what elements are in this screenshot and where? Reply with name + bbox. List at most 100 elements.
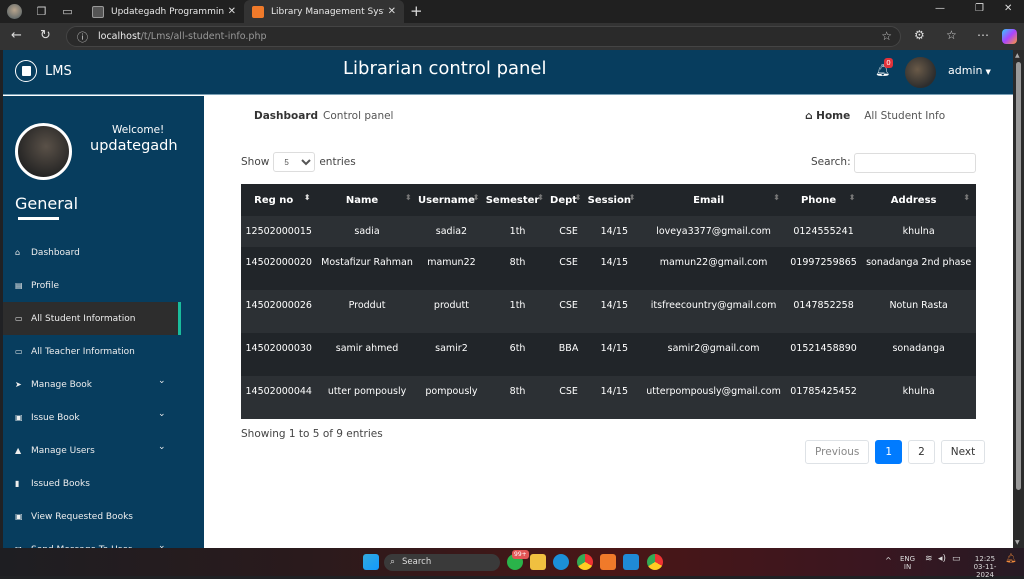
- sidebar-item-profile[interactable]: ▤ Profile: [3, 269, 204, 302]
- wifi-icon[interactable]: ≋: [925, 555, 933, 564]
- sidebar-item-send-message-to-user[interactable]: ✉Send Message To User⌄: [3, 533, 204, 548]
- scrollbar-thumb[interactable]: [1016, 62, 1021, 490]
- table-row[interactable]: 14502000026 Proddut produtt 1th CSE 14/15 itsf…: [241, 290, 976, 333]
- favorites-icon[interactable]: ☆: [946, 28, 957, 42]
- favorite-star-icon[interactable]: ☆: [881, 29, 892, 43]
- bookmark-icon: ▮: [15, 479, 20, 488]
- more-menu-icon[interactable]: ⋯: [977, 28, 989, 42]
- user-menu-toggle[interactable]: admin ▼: [948, 64, 991, 77]
- chrome-icon[interactable]: [577, 554, 593, 570]
- table-row[interactable]: 12502000015 sadia sadia2 1th CSE 14/15 loveya3…: [241, 216, 976, 247]
- caret-down-icon: ▼: [985, 68, 991, 76]
- close-tab-icon[interactable]: ✕: [228, 6, 236, 17]
- cell-address: sonadanga 2nd phase: [861, 247, 976, 290]
- scroll-up-icon[interactable]: ▲: [1015, 52, 1020, 59]
- chevron-down-icon[interactable]: ⌄: [158, 541, 166, 548]
- browser-tab-bar: ❐ ▭ Updategadh Programming - Upd ✕ Libra…: [0, 0, 1024, 23]
- chevron-down-icon[interactable]: ⌄: [158, 442, 166, 452]
- sidebar-item-manage-users[interactable]: ▲ Manage Users ⌄: [3, 434, 204, 467]
- page-size-select[interactable]: 5: [273, 152, 316, 172]
- volume-icon[interactable]: ◂): [938, 555, 946, 564]
- lang-top: ENG: [900, 555, 916, 563]
- new-tab-icon[interactable]: +: [410, 2, 423, 20]
- reload-icon[interactable]: ↻: [40, 28, 51, 43]
- sidebar-item-all-teacher-information[interactable]: ▭ All Teacher Information: [3, 335, 204, 368]
- close-tab-icon[interactable]: ✕: [388, 6, 396, 17]
- notification-bell-icon[interactable]: 🔔︎: [1005, 555, 1016, 564]
- cell-session: 14/15: [587, 216, 642, 247]
- previous-page-button[interactable]: Previous: [805, 440, 870, 464]
- battery-icon[interactable]: ▭: [952, 555, 961, 564]
- page-2-button[interactable]: 2: [908, 440, 935, 464]
- column-header-username[interactable]: Username ⬍: [417, 184, 486, 216]
- workspaces-icon[interactable]: ❐: [34, 4, 49, 19]
- back-icon[interactable]: ←: [11, 28, 22, 43]
- sidebar-item-label: Issued Books: [31, 478, 90, 489]
- cell-address: khulna: [861, 216, 976, 247]
- search-icon: ⌕: [390, 557, 396, 567]
- vscode-icon[interactable]: [623, 554, 639, 570]
- column-label: Reg no: [254, 194, 294, 206]
- clock[interactable]: 12:25 03-11-2024: [968, 555, 1002, 579]
- language-indicator[interactable]: ENG IN: [900, 555, 915, 571]
- edge-icon[interactable]: [553, 554, 569, 570]
- file-explorer-icon[interactable]: [530, 554, 546, 570]
- table-row[interactable]: 14502000044 utter pompously pompously 8th CS…: [241, 376, 976, 419]
- chevron-down-icon[interactable]: ⌄: [158, 409, 166, 419]
- sidebar: Welcome! updategadh General ⌂ Dashboard ▤ P…: [3, 96, 204, 548]
- chrome-icon[interactable]: [647, 554, 663, 570]
- next-page-button[interactable]: Next: [940, 440, 986, 464]
- column-label: Name: [345, 194, 379, 206]
- brand-logo[interactable]: LMS: [15, 60, 72, 82]
- home-icon: ⌂: [15, 248, 21, 257]
- windows-start-icon[interactable]: [363, 554, 379, 570]
- xampp-icon[interactable]: [600, 554, 616, 570]
- browser-tab[interactable]: Updategadh Programming - Upd ✕: [84, 0, 244, 23]
- sidebar-item-all-student-information[interactable]: ▭ All Student Information: [3, 302, 181, 335]
- sidebar-item-issue-book[interactable]: ▣ Issue Book ⌄: [3, 401, 204, 434]
- browser-profile-icon[interactable]: [7, 4, 22, 19]
- taskbar-search[interactable]: ⌕ Search: [384, 554, 500, 571]
- column-header-address[interactable]: Address ⬍: [861, 184, 976, 216]
- tray-overflow-icon[interactable]: ^: [885, 557, 892, 565]
- url-text: localhost/t/Lms/all-student-info.php: [98, 31, 267, 42]
- extensions-icon[interactable]: ⚙: [914, 28, 925, 42]
- sort-icon: ⬍: [574, 193, 582, 202]
- cell-email: itsfreecountry@gmail.com: [641, 290, 786, 333]
- sidebar-item-dashboard[interactable]: ⌂ Dashboard: [3, 236, 204, 269]
- restore-icon[interactable]: ❐: [975, 3, 984, 14]
- column-header-reg-no[interactable]: Reg no ⬍: [241, 184, 317, 216]
- minimize-icon[interactable]: —: [935, 3, 945, 14]
- site-info-icon[interactable]: ⓘ: [77, 29, 88, 45]
- user-avatar[interactable]: [905, 57, 936, 88]
- sidebar-item-issued-books[interactable]: ▮ Issued Books: [3, 467, 204, 500]
- page-scrollbar[interactable]: ▲ ▼: [1013, 50, 1024, 548]
- column-header-email[interactable]: Email ⬍: [641, 184, 786, 216]
- chevron-down-icon[interactable]: ⌄: [158, 376, 166, 386]
- column-header-dept[interactable]: Dept ⬍: [549, 184, 588, 216]
- page-1-button[interactable]: 1: [875, 440, 903, 464]
- column-header-session[interactable]: Session ⬍: [587, 184, 642, 216]
- cell-reg-no: 14502000020: [241, 247, 317, 290]
- sort-icon: ⬍: [963, 193, 970, 202]
- search-input[interactable]: [854, 153, 976, 173]
- column-header-phone[interactable]: Phone ⬍: [785, 184, 862, 216]
- cell-dept: CSE: [549, 247, 588, 290]
- close-window-icon[interactable]: ✕: [1004, 3, 1012, 14]
- sidebar-item-manage-book[interactable]: ➤ Manage Book ⌄: [3, 368, 204, 401]
- url-input[interactable]: ⓘ localhost/t/Lms/all-student-info.php ☆: [66, 26, 901, 47]
- pagination: Previous 1 2 Next: [805, 440, 986, 464]
- tab-favicon-icon: [252, 5, 264, 18]
- tab-actions-icon[interactable]: ▭: [60, 4, 75, 19]
- table-row[interactable]: 14502000030 samir ahmed samir2 6th BBA 14/15 s…: [241, 333, 976, 376]
- column-header-semester[interactable]: Semester ⬍: [485, 184, 550, 216]
- cell-session: 14/15: [587, 376, 642, 419]
- scroll-down-icon[interactable]: ▼: [1015, 539, 1020, 546]
- table-body: 12502000015 sadia sadia2 1th CSE 14/15 loveya3…: [241, 216, 976, 419]
- column-header-name[interactable]: Name ⬍: [316, 184, 418, 216]
- sidebar-item-view-requested-books[interactable]: ▣ View Requested Books: [3, 500, 204, 533]
- breadcrumb-home[interactable]: ⌂ Home: [805, 110, 850, 122]
- copilot-icon[interactable]: [1002, 29, 1017, 44]
- browser-tab-active[interactable]: Library Management System ✕: [244, 0, 404, 23]
- table-row[interactable]: 14502000020 Mostafizur Rahman mamun22 8th CS…: [241, 247, 976, 290]
